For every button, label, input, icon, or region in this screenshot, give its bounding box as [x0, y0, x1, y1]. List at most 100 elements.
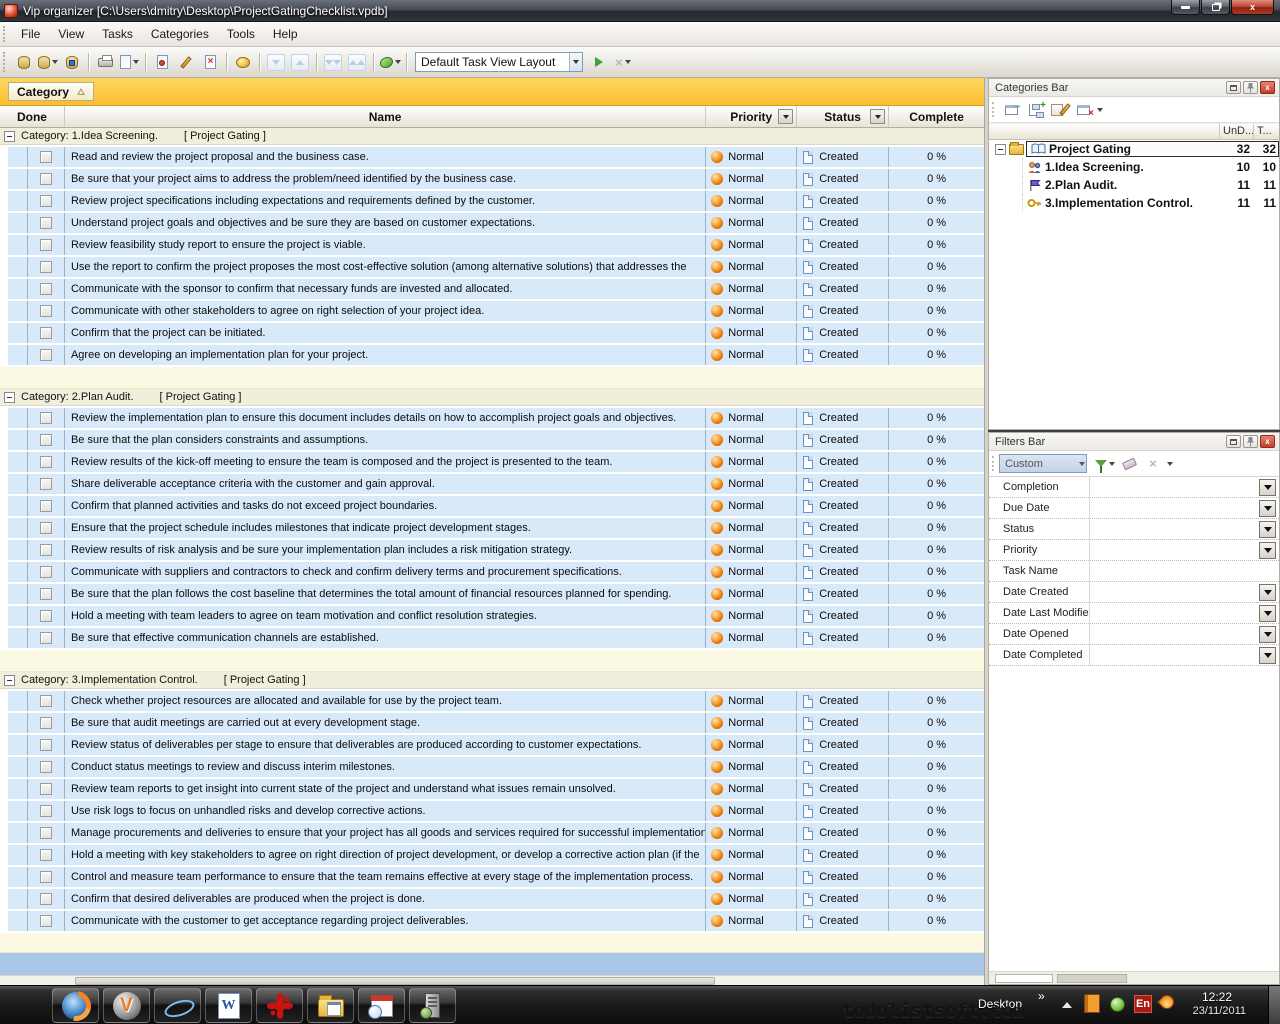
- taskbar-clock[interactable]: 12:22: [1202, 990, 1232, 1004]
- layout-combo[interactable]: Default Task View Layout: [415, 52, 583, 72]
- column-header-complete[interactable]: Complete: [889, 106, 984, 127]
- task-name-cell[interactable]: Share deliverable acceptance criteria wi…: [65, 474, 706, 494]
- taskbar-app-pc[interactable]: [409, 988, 456, 1023]
- complete-cell[interactable]: 0 %: [889, 279, 984, 299]
- done-cell[interactable]: [28, 628, 65, 648]
- done-cell[interactable]: [28, 889, 65, 909]
- menu-file[interactable]: File: [12, 24, 49, 44]
- task-name-cell[interactable]: Manage procurements and deliveries to en…: [65, 823, 706, 843]
- chevron-down-icon[interactable]: [133, 60, 139, 64]
- complete-cell[interactable]: 0 %: [889, 757, 984, 777]
- complete-cell[interactable]: 0 %: [889, 889, 984, 909]
- task-row[interactable]: Share deliverable acceptance criteria wi…: [8, 474, 984, 494]
- chevron-down-icon[interactable]: [625, 60, 631, 64]
- task-name-cell[interactable]: Be sure that audit meetings are carried …: [65, 713, 706, 733]
- move-to-bottom-button[interactable]: [322, 51, 344, 73]
- complete-cell[interactable]: 0 %: [889, 735, 984, 755]
- done-checkbox[interactable]: [40, 173, 52, 185]
- panel-pin-button[interactable]: [1243, 81, 1258, 94]
- taskbar-app-vip[interactable]: [103, 988, 150, 1023]
- task-row[interactable]: Hold a meeting with team leaders to agre…: [8, 606, 984, 626]
- edit-category-button[interactable]: [1047, 100, 1071, 120]
- chevron-down-icon[interactable]: [1109, 462, 1115, 466]
- done-cell[interactable]: [28, 757, 65, 777]
- status-cell[interactable]: Created: [797, 779, 889, 799]
- task-name-cell[interactable]: Review results of risk analysis and be s…: [65, 540, 706, 560]
- filter-button[interactable]: [379, 51, 401, 73]
- status-cell[interactable]: Created: [797, 713, 889, 733]
- filter-dropdown-button[interactable]: [1259, 626, 1276, 643]
- done-checkbox[interactable]: [40, 261, 52, 273]
- priority-cell[interactable]: Normal: [706, 801, 797, 821]
- done-cell[interactable]: [28, 779, 65, 799]
- task-row[interactable]: Ensure that the project schedule include…: [8, 518, 984, 538]
- taskbar-app-ie[interactable]: [154, 988, 201, 1023]
- complete-cell[interactable]: 0 %: [889, 496, 984, 516]
- done-checkbox[interactable]: [40, 195, 52, 207]
- complete-cell[interactable]: 0 %: [889, 301, 984, 321]
- priority-cell[interactable]: Normal: [706, 323, 797, 343]
- done-checkbox[interactable]: [40, 456, 52, 468]
- status-cell[interactable]: Created: [797, 801, 889, 821]
- task-row[interactable]: Read and review the project proposal and…: [8, 147, 984, 167]
- taskbar-app-folder[interactable]: [307, 988, 354, 1023]
- status-cell[interactable]: Created: [797, 606, 889, 626]
- filter-dropdown-button[interactable]: [1259, 647, 1276, 664]
- complete-cell[interactable]: 0 %: [889, 518, 984, 538]
- done-checkbox[interactable]: [40, 434, 52, 446]
- tray-flame-icon[interactable]: [1157, 992, 1177, 1012]
- clear-filter-button[interactable]: [1117, 454, 1141, 474]
- done-checkbox[interactable]: [40, 283, 52, 295]
- done-checkbox[interactable]: [40, 761, 52, 773]
- task-row[interactable]: Manage procurements and deliveries to en…: [8, 823, 984, 843]
- task-name-cell[interactable]: Confirm that the project can be initiate…: [65, 323, 706, 343]
- status-cell[interactable]: Created: [797, 408, 889, 428]
- task-row[interactable]: Communicate with the sponsor to confirm …: [8, 279, 984, 299]
- priority-filter-dropdown[interactable]: [778, 109, 793, 124]
- done-cell[interactable]: [28, 691, 65, 711]
- task-name-cell[interactable]: Be sure that your project aims to addres…: [65, 169, 706, 189]
- done-cell[interactable]: [28, 235, 65, 255]
- new-task-button[interactable]: [151, 51, 173, 73]
- status-cell[interactable]: Created: [797, 823, 889, 843]
- done-checkbox[interactable]: [40, 783, 52, 795]
- status-cell[interactable]: Created: [797, 279, 889, 299]
- complete-cell[interactable]: 0 %: [889, 606, 984, 626]
- done-checkbox[interactable]: [40, 827, 52, 839]
- priority-cell[interactable]: Normal: [706, 562, 797, 582]
- status-cell[interactable]: Created: [797, 191, 889, 211]
- status-cell[interactable]: Created: [797, 691, 889, 711]
- collapse-icon[interactable]: [995, 144, 1006, 155]
- done-checkbox[interactable]: [40, 500, 52, 512]
- priority-cell[interactable]: Normal: [706, 584, 797, 604]
- status-cell[interactable]: Created: [797, 845, 889, 865]
- save-database-button[interactable]: [61, 51, 83, 73]
- task-row[interactable]: Review the implementation plan to ensure…: [8, 408, 984, 428]
- priority-cell[interactable]: Normal: [706, 606, 797, 626]
- done-cell[interactable]: [28, 474, 65, 494]
- close-button[interactable]: x: [1231, 0, 1274, 15]
- filter-dropdown-button[interactable]: [1259, 521, 1276, 538]
- priority-cell[interactable]: Normal: [706, 889, 797, 909]
- priority-cell[interactable]: Normal: [706, 213, 797, 233]
- priority-cell[interactable]: Normal: [706, 867, 797, 887]
- done-checkbox[interactable]: [40, 566, 52, 578]
- collapse-icon[interactable]: [4, 675, 15, 686]
- task-row[interactable]: Review feasibility study report to ensur…: [8, 235, 984, 255]
- task-name-cell[interactable]: Review team reports to get insight into …: [65, 779, 706, 799]
- task-name-cell[interactable]: Communicate with other stakeholders to a…: [65, 301, 706, 321]
- task-name-cell[interactable]: Hold a meeting with team leaders to agre…: [65, 606, 706, 626]
- print-preview-button[interactable]: [118, 51, 140, 73]
- priority-cell[interactable]: Normal: [706, 169, 797, 189]
- priority-cell[interactable]: Normal: [706, 474, 797, 494]
- filter-dropdown-button[interactable]: [1259, 584, 1276, 601]
- done-checkbox[interactable]: [40, 695, 52, 707]
- complete-cell[interactable]: 0 %: [889, 713, 984, 733]
- tray-expand-icon[interactable]: [1062, 1002, 1072, 1008]
- done-cell[interactable]: [28, 562, 65, 582]
- apply-filter-button[interactable]: [1093, 454, 1117, 474]
- task-row[interactable]: Confirm that planned activities and task…: [8, 496, 984, 516]
- edit-task-button[interactable]: [175, 51, 197, 73]
- done-cell[interactable]: [28, 191, 65, 211]
- chevron-down-icon[interactable]: [395, 60, 401, 64]
